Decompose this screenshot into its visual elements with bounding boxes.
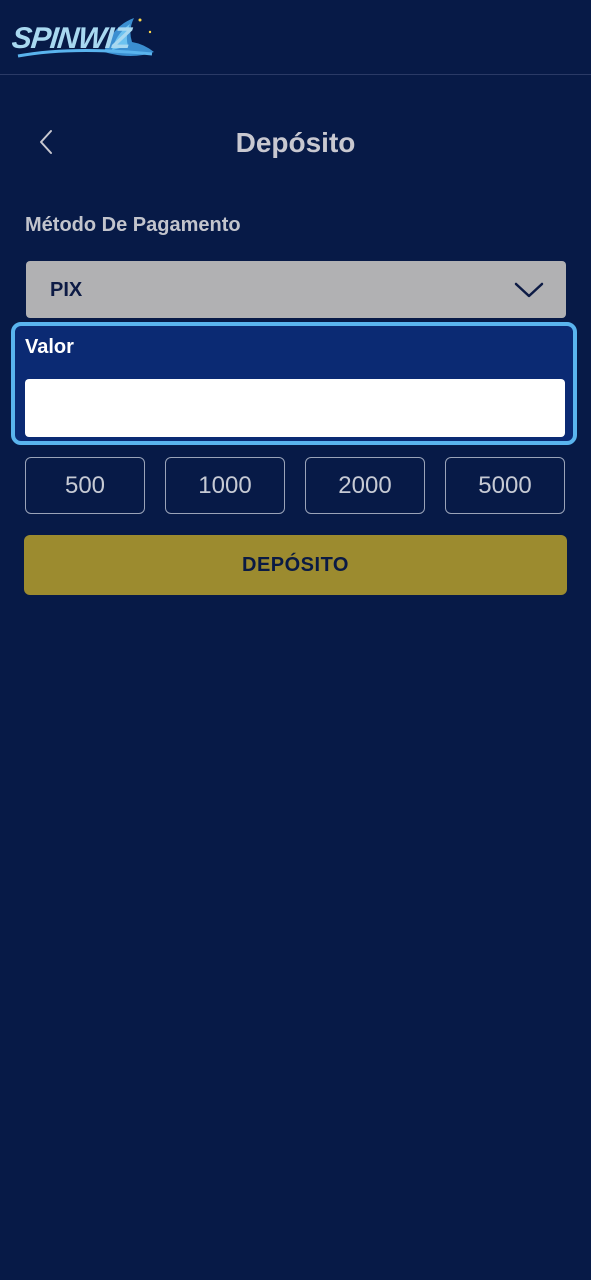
payment-method-value: PIX bbox=[50, 279, 83, 301]
quick-amount-5000-button[interactable]: 5000 bbox=[445, 457, 565, 514]
back-button[interactable] bbox=[28, 124, 64, 160]
quick-amount-500-button[interactable]: 500 bbox=[25, 457, 145, 514]
logo-text: SPINWIZ bbox=[10, 22, 132, 55]
amount-label: Valor bbox=[25, 336, 74, 358]
deposit-button[interactable]: DEPÓSITO bbox=[24, 535, 567, 595]
payment-method-label: Método De Pagamento bbox=[25, 214, 241, 236]
amount-input[interactable] bbox=[25, 379, 565, 437]
page-title: Depósito bbox=[235, 127, 356, 158]
spinwiz-logo[interactable]: SPINWIZ bbox=[10, 12, 158, 64]
chevron-left-icon bbox=[40, 130, 52, 154]
quick-amount-1000-button[interactable]: 1000 bbox=[165, 457, 285, 514]
payment-method-select[interactable]: PIX bbox=[26, 261, 566, 318]
quick-amount-2000-button[interactable]: 2000 bbox=[305, 457, 425, 514]
top-header: SPINWIZ bbox=[0, 0, 591, 75]
deposit-page: SPINWIZ Depósito Método De Pagamento PIX… bbox=[0, 0, 591, 1280]
amount-field-group: Valor bbox=[11, 322, 577, 445]
chevron-down-icon bbox=[514, 282, 544, 298]
